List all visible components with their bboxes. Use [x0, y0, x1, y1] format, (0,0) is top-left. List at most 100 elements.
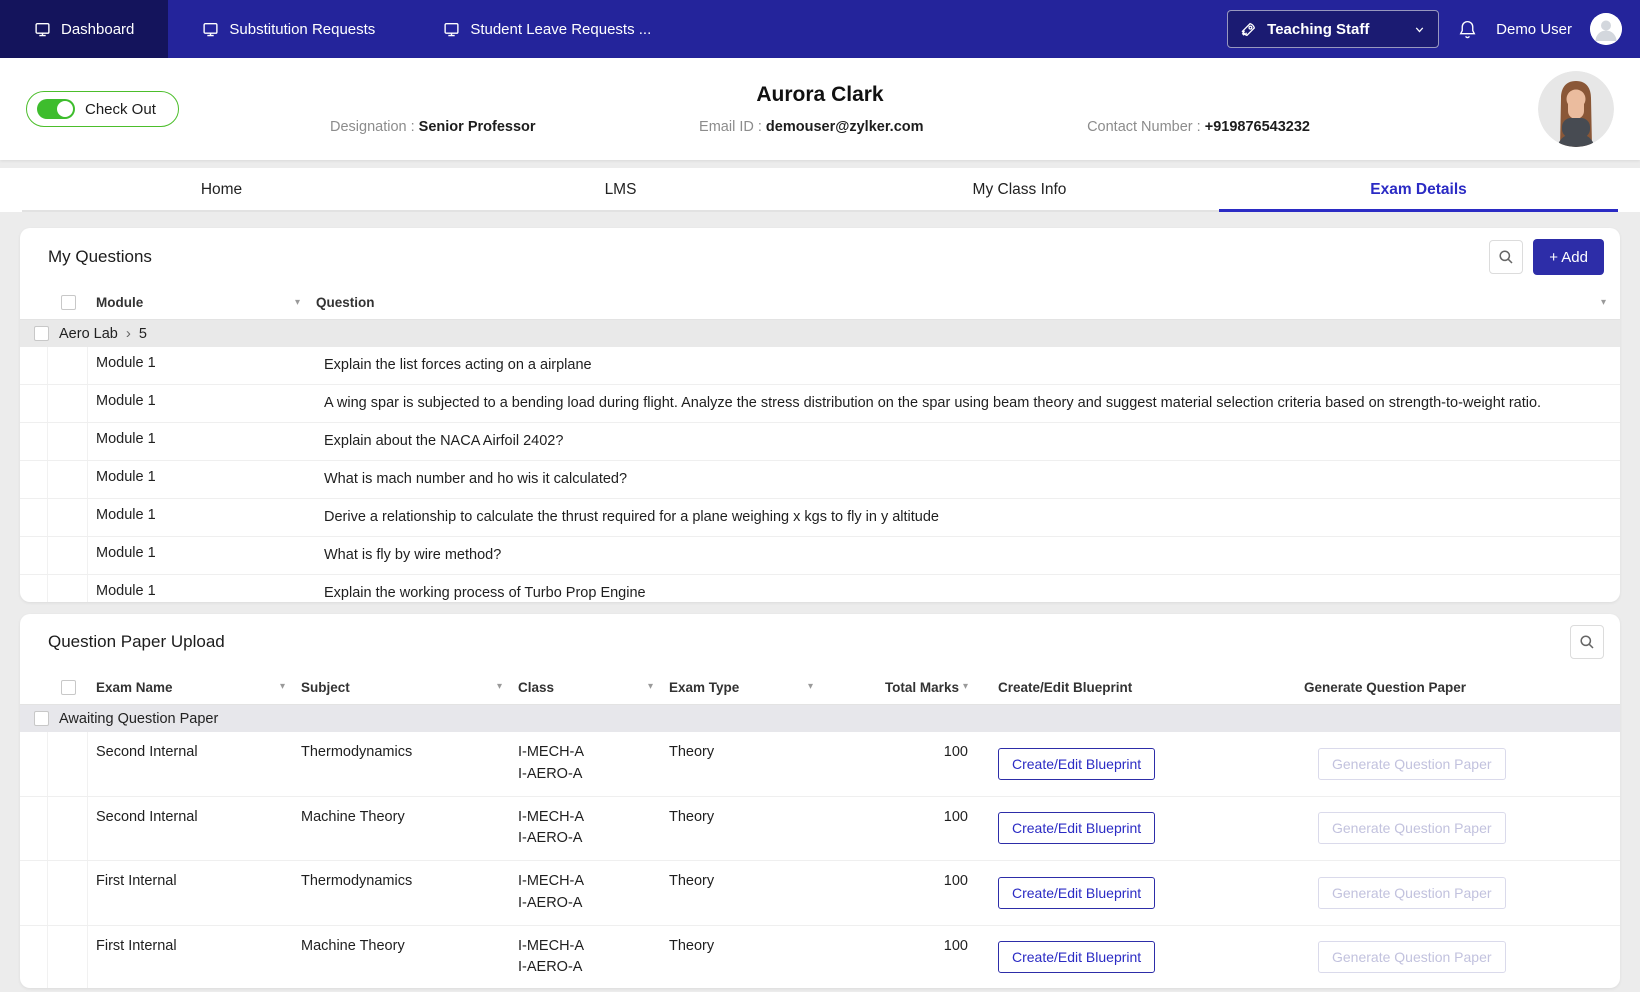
tab-home[interactable]: Home: [22, 168, 421, 212]
monitor-icon: [202, 21, 219, 38]
table-row[interactable]: Second Internal Thermodynamics I-MECH-AI…: [20, 732, 1620, 797]
group-row-awaiting-question-paper[interactable]: Awaiting Question Paper: [20, 705, 1620, 732]
profile-name: Aurora Clark: [330, 83, 1310, 107]
person-icon: [1590, 13, 1622, 45]
generate-question-paper-button[interactable]: Generate Question Paper: [1318, 941, 1506, 973]
top-nav-right: Teaching Staff Demo User: [1227, 0, 1640, 58]
profile-info: Aurora Clark Designation : Senior Profes…: [330, 83, 1310, 135]
table-row[interactable]: First Internal Thermodynamics I-MECH-AI-…: [20, 861, 1620, 926]
table-row[interactable]: Second Internal Machine Theory I-MECH-AI…: [20, 797, 1620, 862]
create-edit-blueprint-button[interactable]: Create/Edit Blueprint: [998, 941, 1155, 973]
module-cell: Module 1: [88, 537, 308, 574]
check-out-toggle[interactable]: Check Out: [26, 91, 179, 127]
search-button[interactable]: [1570, 625, 1604, 659]
nav-tab-dashboard[interactable]: Dashboard: [0, 0, 168, 58]
column-header-exam-type[interactable]: Exam Type: [669, 680, 739, 695]
column-header-question[interactable]: Question: [316, 295, 375, 310]
nav-tab-student-leave-requests[interactable]: Student Leave Requests ...: [409, 0, 685, 58]
group-name: Awaiting Question Paper: [59, 711, 218, 727]
search-button[interactable]: [1489, 240, 1523, 274]
select-all-checkbox[interactable]: [61, 295, 76, 310]
sort-caret-icon[interactable]: ▾: [648, 682, 653, 692]
module-cell: Module 1: [88, 385, 308, 422]
role-selector-dropdown[interactable]: Teaching Staff: [1227, 10, 1439, 48]
nav-tab-substitution-requests[interactable]: Substitution Requests: [168, 0, 409, 58]
create-edit-blueprint-button[interactable]: Create/Edit Blueprint: [998, 877, 1155, 909]
qpu-header-row: Exam Name ▾ Subject ▾ Class ▾ Exam Type ▾ To…: [20, 670, 1620, 705]
top-nav-tabs: Dashboard Substitution Requests Student …: [0, 0, 685, 58]
sort-caret-icon[interactable]: ▾: [808, 682, 813, 692]
table-row[interactable]: Module 1 Explain about the NACA Airfoil …: [20, 423, 1620, 461]
sort-caret-icon[interactable]: ▾: [963, 682, 968, 692]
bell-icon[interactable]: [1457, 19, 1478, 40]
generate-question-paper-button[interactable]: Generate Question Paper: [1318, 812, 1506, 844]
search-icon: [1498, 249, 1514, 265]
add-question-button[interactable]: + Add: [1533, 239, 1604, 275]
question-cell: Explain the list forces acting on a airp…: [308, 347, 1620, 384]
table-row[interactable]: Module 1 Explain the list forces acting …: [20, 347, 1620, 385]
my-questions-header-row: Module ▾ Question ▾: [20, 286, 1620, 320]
table-row[interactable]: Module 1 A wing spar is subjected to a b…: [20, 385, 1620, 423]
field-label: Designation :: [330, 119, 415, 135]
question-cell: What is fly by wire method?: [308, 537, 1620, 574]
nav-tab-label: Student Leave Requests ...: [470, 21, 651, 38]
page-tabs: Home LMS My Class Info Exam Details: [0, 168, 1640, 212]
subject-cell: Machine Theory: [293, 797, 510, 839]
field-value: +919876543232: [1205, 119, 1310, 135]
exam-name-cell: First Internal: [88, 926, 293, 968]
search-icon: [1579, 634, 1595, 650]
sort-caret-icon[interactable]: ▾: [280, 682, 285, 692]
sort-caret-icon[interactable]: ▾: [1601, 298, 1606, 308]
create-edit-blueprint-button[interactable]: Create/Edit Blueprint: [998, 748, 1155, 780]
module-cell: Module 1: [88, 347, 308, 384]
exam-type-cell: Theory: [661, 861, 821, 903]
user-name: Demo User: [1496, 21, 1572, 38]
top-navigation: Dashboard Substitution Requests Student …: [0, 0, 1640, 58]
column-header-exam-name[interactable]: Exam Name: [96, 680, 173, 695]
sort-caret-icon[interactable]: ▾: [497, 682, 502, 692]
exam-name-cell: Second Internal: [88, 732, 293, 774]
total-marks-cell: 100: [821, 797, 976, 839]
column-header-class[interactable]: Class: [518, 680, 554, 695]
column-header-module[interactable]: Module: [96, 295, 143, 310]
create-edit-blueprint-button[interactable]: Create/Edit Blueprint: [998, 812, 1155, 844]
question-cell: A wing spar is subjected to a bending lo…: [308, 385, 1620, 422]
my-questions-title: My Questions: [48, 247, 152, 267]
class-cell: I-MECH-AI-AERO-A: [510, 797, 661, 861]
user-avatar[interactable]: [1590, 13, 1622, 45]
table-row[interactable]: Module 1 Derive a relationship to calcul…: [20, 499, 1620, 537]
column-header-subject[interactable]: Subject: [301, 680, 350, 695]
group-checkbox[interactable]: [34, 326, 49, 341]
sort-caret-icon[interactable]: ▾: [295, 298, 300, 308]
nav-tab-label: Dashboard: [61, 21, 134, 38]
tab-my-class-info[interactable]: My Class Info: [820, 168, 1219, 212]
exam-type-cell: Theory: [661, 732, 821, 774]
nav-tab-label: Substitution Requests: [229, 21, 375, 38]
profile-photo-image: [1538, 71, 1614, 147]
generate-question-paper-button[interactable]: Generate Question Paper: [1318, 748, 1506, 780]
total-marks-cell: 100: [821, 732, 976, 774]
table-row[interactable]: Module 1 What is mach number and ho wis …: [20, 461, 1620, 499]
module-cell: Module 1: [88, 575, 308, 602]
group-checkbox[interactable]: [34, 711, 49, 726]
chevron-down-icon: [1413, 23, 1426, 36]
column-header-total-marks[interactable]: Total Marks: [885, 680, 959, 695]
table-row[interactable]: Module 1 Explain the working process of …: [20, 575, 1620, 602]
column-header-generate: Generate Question Paper: [1304, 680, 1466, 695]
check-out-label: Check Out: [85, 101, 156, 118]
column-header-blueprint: Create/Edit Blueprint: [998, 680, 1132, 695]
toggle-switch-icon: [37, 99, 75, 119]
field-label: Email ID :: [699, 119, 762, 135]
tab-lms[interactable]: LMS: [421, 168, 820, 212]
table-row[interactable]: Module 1 What is fly by wire method?: [20, 537, 1620, 575]
group-name: Aero Lab: [59, 326, 118, 342]
total-marks-cell: 100: [821, 926, 976, 968]
rocket-icon: [1240, 21, 1257, 38]
tab-exam-details[interactable]: Exam Details: [1219, 168, 1618, 212]
select-all-checkbox[interactable]: [61, 680, 76, 695]
table-row[interactable]: First Internal Machine Theory I-MECH-AI-…: [20, 926, 1620, 989]
generate-question-paper-button[interactable]: Generate Question Paper: [1318, 877, 1506, 909]
profile-photo: [1538, 71, 1614, 147]
tabbar-wrap: Home LMS My Class Info Exam Details: [0, 160, 1640, 212]
group-row-aero-lab[interactable]: Aero Lab › 5: [20, 320, 1620, 347]
